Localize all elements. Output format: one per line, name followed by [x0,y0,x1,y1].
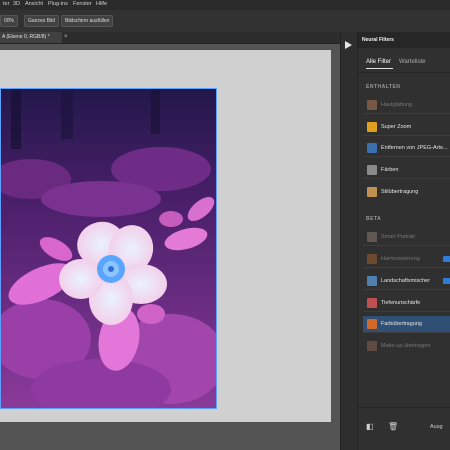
divider [363,332,450,333]
document-tab-bar: A (Ebene 0, RGB/8) * × [0,32,340,44]
filter-row[interactable]: Harmonisierung [363,251,450,267]
filter-thumbnail [367,187,377,197]
tab-all-filters[interactable]: Alle Filter [366,59,391,65]
panel-tab-bar: Neural Filters [358,32,450,48]
divider [363,311,450,312]
menu-plugins[interactable]: Plug-ins [48,1,68,7]
document-image [0,88,217,409]
close-icon[interactable]: × [64,32,68,43]
filter-label: Make-up übertragen [381,343,431,349]
status-badge [443,256,450,262]
divider [363,267,450,268]
output-label: Ausg [430,424,443,430]
options-bar: 00% Ganzes Bild Bildschirm ausfüllen [0,10,450,33]
filter-thumbnail [367,276,377,286]
menu-3d[interactable]: 3D [13,1,20,7]
filter-thumbnail [367,122,377,132]
filter-row[interactable]: Super Zoom [363,119,450,135]
tab-waitlist[interactable]: Warteliste [399,59,425,65]
filter-label: Hautglättung [381,102,413,108]
filter-thumbnail [367,100,377,110]
flower-photo [1,89,216,408]
filter-label: Farbübertragung [381,321,422,327]
filter-label: Smart Portrait [381,234,415,240]
filter-row[interactable]: Entfernen von JPEG-Arte... [363,140,450,156]
divider [363,178,450,179]
panel-title[interactable]: Neural Filters [362,37,394,43]
divider [358,407,450,408]
filter-row[interactable]: Färben [363,162,450,178]
filter-label: Entfernen von JPEG-Arte... [381,145,448,151]
filter-thumbnail [367,319,377,329]
fill-screen-button[interactable]: Bildschirm ausfüllen [61,15,114,27]
status-badge [443,278,450,284]
filter-label: Stilübertragung [381,189,419,195]
filter-thumbnail [367,341,377,351]
section-beta: BETA [366,216,382,222]
filter-label: Super Zoom [381,124,412,130]
filter-label: Färben [381,167,399,173]
filter-row-selected[interactable]: Farbübertragung [363,316,450,332]
filter-row[interactable]: Landschaftsmischer [363,273,450,289]
fit-screen-button[interactable]: Ganzes Bild [24,15,59,27]
filter-thumbnail [367,143,377,153]
menu-view[interactable]: Ansicht [25,1,43,7]
play-icon[interactable] [345,41,352,49]
filter-label: Tiefenunschärfe [381,300,421,306]
menu-filter[interactable]: ter [3,1,9,7]
menu-window[interactable]: Fenster [73,1,92,7]
filter-row[interactable]: Hautglättung [363,97,450,113]
filter-label: Landschaftsmischer [381,278,430,284]
menu-bar: ter 3D Ansicht Plug-ins Fenster Hilfe [0,0,450,10]
divider [363,245,450,246]
panel-strip [340,32,358,450]
filter-row[interactable]: Tiefenunschärfe [363,295,450,311]
divider [358,72,450,73]
filter-row[interactable]: Make-up übertragen [363,338,450,354]
divider [363,135,450,136]
section-included: ENTHALTEN [366,84,401,90]
filter-row[interactable]: Stilübertragung [363,184,450,200]
filter-row[interactable]: Smart Portrait [363,229,450,245]
filter-thumbnail [367,254,377,264]
trash-icon[interactable]: 🗑 [388,422,398,431]
filter-thumbnail [367,232,377,242]
divider [363,156,450,157]
filter-thumbnail [367,165,377,175]
divider [363,113,450,114]
layer-mask-icon[interactable]: ◧ [366,422,374,431]
menu-help[interactable]: Hilfe [96,1,107,7]
active-tab-indicator [366,68,393,69]
document-tab[interactable]: A (Ebene 0, RGB/8) * [0,32,62,43]
neural-filters-panel: Neural Filters Alle Filter Warteliste EN… [358,32,450,450]
filter-label: Harmonisierung [381,256,420,262]
artboard [0,50,331,422]
zoom-percent-button[interactable]: 00% [0,15,19,27]
canvas-area [0,44,340,450]
filter-thumbnail [367,298,377,308]
divider [363,289,450,290]
